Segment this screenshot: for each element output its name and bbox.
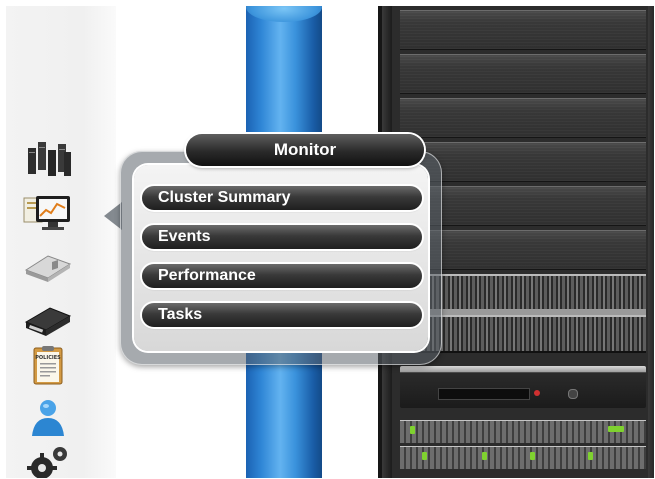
storage-pool-icon[interactable] xyxy=(22,242,74,286)
menu-item-events[interactable]: Events xyxy=(142,225,422,249)
settings-gears-icon[interactable] xyxy=(22,442,74,478)
navigation-dock: POLICIES xyxy=(6,6,116,478)
status-led xyxy=(482,452,487,460)
volume-drive-icon[interactable] xyxy=(22,296,74,340)
rack-rail-right xyxy=(648,6,654,478)
monitor-popup xyxy=(120,151,442,365)
monitor-popup-title: Monitor xyxy=(186,134,424,166)
rack-bay xyxy=(400,98,646,138)
status-led xyxy=(422,452,427,460)
controller-unit xyxy=(400,366,646,408)
policies-icon-text: POLICIES xyxy=(35,355,61,361)
rack-bay xyxy=(400,54,646,94)
user-icon[interactable] xyxy=(22,396,74,440)
status-led xyxy=(530,452,535,460)
rack-bay xyxy=(400,10,646,50)
menu-item-tasks[interactable]: Tasks xyxy=(142,303,422,327)
status-led xyxy=(588,452,593,460)
servers-icon[interactable] xyxy=(22,138,74,182)
status-led xyxy=(410,426,415,434)
controller-slot xyxy=(438,388,530,400)
monitor-chart-icon[interactable] xyxy=(22,190,74,234)
menu-item-cluster-summary[interactable]: Cluster Summary xyxy=(142,186,422,210)
main-view: POLICIES Monitor Cluster Summary Events … xyxy=(6,6,654,478)
status-led xyxy=(608,426,624,432)
policies-icon[interactable]: POLICIES xyxy=(22,344,74,388)
controller-led xyxy=(534,390,540,396)
node-unit xyxy=(400,446,646,469)
controller-button xyxy=(568,389,578,399)
menu-item-performance[interactable]: Performance xyxy=(142,264,422,288)
